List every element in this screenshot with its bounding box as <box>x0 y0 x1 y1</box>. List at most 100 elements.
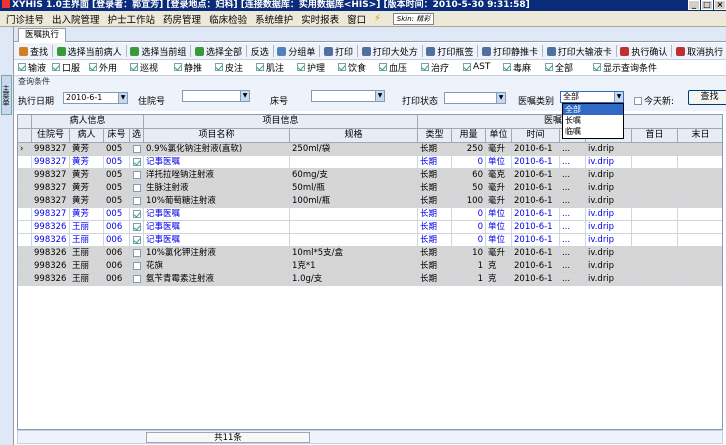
column-header[interactable]: 时间 <box>512 129 560 143</box>
select-checkbox[interactable] <box>133 275 141 283</box>
checkbox[interactable] <box>18 63 26 71</box>
toolbar-button-1[interactable]: 选择当前病人 <box>54 45 125 58</box>
toolbar-button-10[interactable]: 打印大输液卡 <box>544 45 615 58</box>
toolbar-button-0[interactable]: 查找 <box>16 45 51 58</box>
checkbox[interactable] <box>256 63 264 71</box>
select-cell[interactable] <box>130 260 144 273</box>
select-checkbox[interactable] <box>133 158 141 166</box>
today-new-checkbox[interactable]: 今天新: <box>634 94 674 107</box>
close-icon[interactable]: × <box>714 0 726 10</box>
checkbox[interactable] <box>215 63 223 71</box>
column-header[interactable]: 首日 <box>632 129 678 143</box>
checkbox[interactable] <box>338 63 346 71</box>
table-row[interactable]: 998327 黄芳 005 生脉注射液 50ml/瓶 长期 50 毫升 2010-6-1... i… <box>18 182 722 195</box>
select-checkbox[interactable] <box>133 223 141 231</box>
today-checkbox-box[interactable] <box>634 96 642 105</box>
filter-6[interactable]: 肌注 <box>256 61 297 74</box>
column-header[interactable]: 类型 <box>418 129 452 143</box>
table-row[interactable]: 998327 黄芳 005 10%葡萄糖注射液 100ml/瓶 长期 100 毫升 2010-6… <box>18 195 722 208</box>
filter-5[interactable]: 皮注 <box>215 61 256 74</box>
select-cell[interactable] <box>130 234 144 247</box>
toolbar-button-4[interactable]: 反选 <box>248 45 272 58</box>
checkbox[interactable] <box>379 63 387 71</box>
filter-9[interactable]: 血压 <box>379 61 421 74</box>
menu-reports[interactable]: 实时报表 <box>297 12 343 26</box>
filter-14[interactable]: 显示查询条件 <box>593 61 683 74</box>
filter-7[interactable]: 护理 <box>297 61 338 74</box>
chevron-down-icon[interactable]: ▼ <box>240 91 249 101</box>
toolbar-button-6[interactable]: 打印 <box>321 45 356 58</box>
maximize-icon[interactable]: □ <box>701 0 713 10</box>
filter-11[interactable]: AST <box>463 62 503 72</box>
lightning-icon[interactable]: ⚡ <box>370 13 385 24</box>
toolbar-button-8[interactable]: 打印瓶签 <box>423 45 476 58</box>
date-picker[interactable]: 2010-6-1 ▼ <box>63 92 128 104</box>
checkbox[interactable] <box>545 63 553 71</box>
menu-outpatient[interactable]: 门诊挂号 <box>2 12 48 26</box>
filter-4[interactable]: 静推 <box>174 61 215 74</box>
select-checkbox[interactable] <box>133 262 141 270</box>
checkbox[interactable] <box>89 63 97 71</box>
chevron-down-icon[interactable]: ▼ <box>118 93 127 103</box>
filter-2[interactable]: 外用 <box>89 61 130 74</box>
column-header[interactable]: 项目名称 <box>144 129 290 143</box>
toolbar-button-11[interactable]: 执行确认 <box>617 45 670 58</box>
table-row[interactable]: › 998327 黄芳 005 0.9%氯化钠注射液(直软) 250ml/袋 长期 250 毫升… <box>18 143 722 156</box>
filter-0[interactable]: 输液 <box>18 61 52 74</box>
checkbox[interactable] <box>503 63 511 71</box>
select-cell[interactable] <box>130 221 144 234</box>
toolbar-button-9[interactable]: 打印静推卡 <box>479 45 541 58</box>
filter-13[interactable]: 全部 <box>545 61 593 74</box>
select-cell[interactable] <box>130 247 144 260</box>
table-row[interactable]: 998326 王丽 006 记事医嘱 长期 0 单位 2010-6-1... iv.drip <box>18 221 722 234</box>
menu-window[interactable]: 窗口 <box>343 12 370 26</box>
menu-nurse-station[interactable]: 护士工作站 <box>104 12 160 26</box>
toolbar-button-2[interactable]: 选择当前组 <box>127 45 189 58</box>
main-menu-tab[interactable]: 主菜单 <box>1 75 12 115</box>
dropdown-option[interactable]: 全部 <box>563 104 623 115</box>
checkbox[interactable] <box>130 63 138 71</box>
chevron-down-icon[interactable]: ▼ <box>614 92 623 102</box>
select-checkbox[interactable] <box>133 249 141 257</box>
table-row[interactable]: 998326 王丽 006 花旗 1克*1 长期 1 克 2010-6-1... iv.drip <box>18 260 722 273</box>
toolbar-button-3[interactable]: 选择全部 <box>192 45 245 58</box>
select-checkbox[interactable] <box>133 171 141 179</box>
select-cell[interactable] <box>130 169 144 182</box>
column-header[interactable]: 病人 <box>70 129 104 143</box>
select-checkbox[interactable] <box>133 145 141 153</box>
table-row[interactable]: 998327 黄芳 005 记事医嘱 长期 0 单位 2010-6-1... iv.drip <box>18 208 722 221</box>
column-header[interactable]: 住院号 <box>32 129 70 143</box>
chevron-down-icon[interactable]: ▼ <box>496 93 505 103</box>
column-header[interactable]: 末日 <box>678 129 722 143</box>
table-row[interactable]: 998326 王丽 006 记事医嘱 长期 0 单位 2010-6-1... iv.drip <box>18 234 722 247</box>
column-header[interactable]: 选 <box>130 129 144 143</box>
column-header[interactable]: 用量 <box>452 129 486 143</box>
checkbox[interactable] <box>52 63 60 71</box>
checkbox[interactable] <box>174 63 182 71</box>
table-row[interactable]: 998327 黄芳 005 记事医嘱 长期 0 单位 2010-6-1... iv.drip <box>18 156 722 169</box>
filter-10[interactable]: 治疗 <box>421 61 463 74</box>
dropdown-option[interactable]: 长嘱 <box>563 115 623 126</box>
type-select[interactable]: 全部 ▼ <box>560 91 624 103</box>
table-row[interactable]: 998327 黄芳 005 洋托拉唑钠注射液 60mg/支 长期 60 毫克 2010-6-1.… <box>18 169 722 182</box>
select-checkbox[interactable] <box>133 236 141 244</box>
checkbox[interactable] <box>593 63 601 71</box>
menu-lab[interactable]: 临床检验 <box>205 12 251 26</box>
menu-system[interactable]: 系统维护 <box>251 12 297 26</box>
filter-3[interactable]: 巡视 <box>130 61 174 74</box>
filter-1[interactable]: 口服 <box>52 61 89 74</box>
select-checkbox[interactable] <box>133 184 141 192</box>
chevron-down-icon[interactable]: ▼ <box>375 91 384 101</box>
search-button[interactable]: 查找 <box>688 90 726 105</box>
print-select[interactable]: ▼ <box>444 92 506 104</box>
table-row[interactable]: 998326 王丽 006 10%氯化钾注射液 10ml*5支/盒 长期 10 毫升 2010-… <box>18 247 722 260</box>
checkbox[interactable] <box>463 63 471 71</box>
filter-8[interactable]: 饮食 <box>338 61 379 74</box>
tab-order-execution[interactable]: 医嘱执行 <box>18 28 67 42</box>
select-cell[interactable] <box>130 156 144 169</box>
hosp-select[interactable]: ▼ <box>182 90 250 102</box>
select-cell[interactable] <box>130 182 144 195</box>
select-cell[interactable] <box>130 273 144 286</box>
select-cell[interactable] <box>130 208 144 221</box>
toolbar-button-5[interactable]: 分组单 <box>274 45 318 58</box>
